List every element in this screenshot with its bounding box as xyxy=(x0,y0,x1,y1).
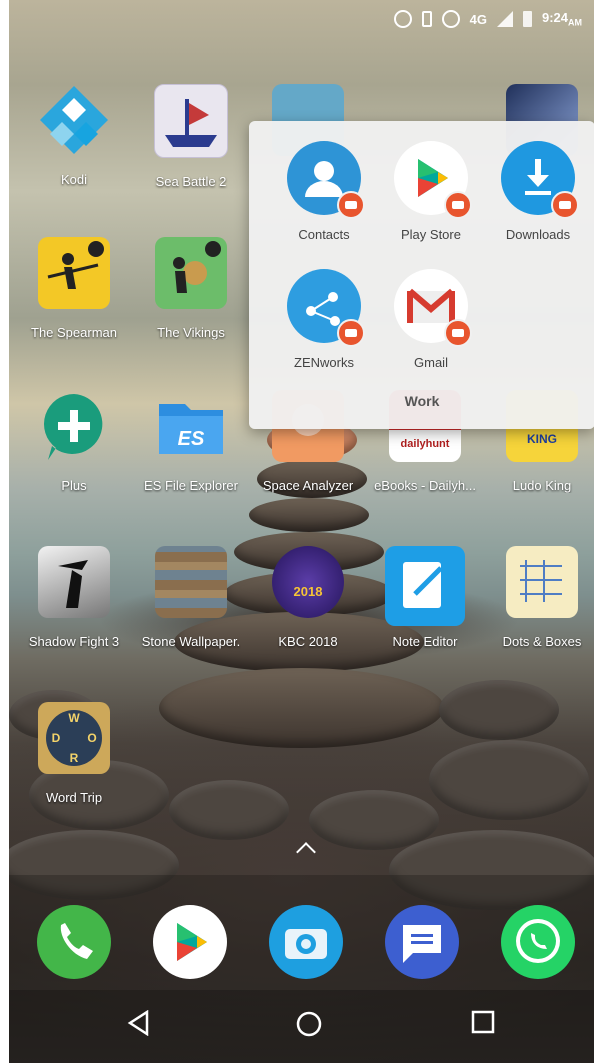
plus-icon xyxy=(38,390,110,462)
gmail-icon xyxy=(394,269,472,347)
dock xyxy=(9,875,594,990)
alarm-icon xyxy=(441,10,460,28)
folder-app-downloads[interactable]: Downloads xyxy=(483,141,593,242)
network-type: 4G xyxy=(469,11,487,27)
stone-wallpaper-icon xyxy=(155,546,227,618)
svg-text:R: R xyxy=(70,751,79,765)
work-badge-icon xyxy=(551,191,579,219)
signal-icon xyxy=(496,11,513,27)
svg-text:W: W xyxy=(68,711,80,725)
messages-icon[interactable] xyxy=(385,905,459,979)
folder-title[interactable]: Work xyxy=(249,393,594,409)
recents-icon[interactable] xyxy=(471,1010,495,1039)
app-drawer-arrow-icon[interactable] xyxy=(296,842,316,862)
zenworks-icon xyxy=(287,269,365,347)
phone-icon[interactable] xyxy=(37,905,111,979)
app-kbc-2018[interactable]: 2018 KBC 2018 xyxy=(250,546,366,649)
work-badge-icon xyxy=(337,191,365,219)
app-dots-boxes[interactable]: Dots & Boxes xyxy=(484,546,594,649)
spearman-icon xyxy=(38,237,110,309)
clock: 9:24AM xyxy=(541,10,582,28)
kbc-2018-icon: 2018 xyxy=(272,546,344,618)
folder-app-play-store[interactable]: Play Store xyxy=(376,141,486,242)
app-sea-battle[interactable]: Sea Battle 2 xyxy=(133,84,249,189)
work-badge-icon xyxy=(444,191,472,219)
data-saver-icon xyxy=(393,10,412,28)
app-word-trip[interactable]: W D O R Word Trip xyxy=(16,702,132,805)
play-store-icon xyxy=(394,141,472,219)
navigation-bar xyxy=(9,990,594,1063)
contacts-icon xyxy=(287,141,365,219)
svg-text:ES: ES xyxy=(178,428,205,450)
app-vikings[interactable]: The Vikings xyxy=(133,237,249,340)
work-folder-popup: Contacts Play Store Downloads ZENworks G… xyxy=(249,121,594,429)
camera-icon[interactable] xyxy=(269,905,343,979)
work-badge-icon xyxy=(337,319,365,347)
battery-icon xyxy=(522,11,532,27)
dots-boxes-icon xyxy=(506,546,578,618)
app-kodi[interactable]: Kodi xyxy=(16,84,132,187)
app-stone-wallpaper[interactable]: Stone Wallpaper. xyxy=(133,546,249,649)
folder-app-gmail[interactable]: Gmail xyxy=(376,269,486,370)
status-bar: 4G 9:24AM xyxy=(9,0,594,40)
vibrate-icon xyxy=(421,11,432,27)
vikings-icon xyxy=(155,237,227,309)
note-editor-icon xyxy=(385,546,465,626)
word-trip-icon: W D O R xyxy=(38,702,110,774)
whatsapp-icon[interactable] xyxy=(501,905,575,979)
dock-play-store-icon[interactable] xyxy=(153,905,227,979)
shadow-fight-icon xyxy=(38,546,110,618)
folder-app-zenworks[interactable]: ZENworks xyxy=(269,269,379,370)
back-icon[interactable] xyxy=(127,1009,151,1041)
app-es-file-explorer[interactable]: ES ES File Explorer xyxy=(133,390,249,493)
kodi-icon xyxy=(38,84,110,156)
app-shadow-fight[interactable]: Shadow Fight 3 xyxy=(16,546,132,649)
home-screen: 4G 9:24AM Kodi Sea Battle 2 The Spearman xyxy=(9,0,594,1063)
app-plus[interactable]: Plus xyxy=(16,390,132,493)
es-file-explorer-icon: ES xyxy=(155,390,227,462)
svg-text:O: O xyxy=(87,731,96,745)
sea-battle-icon xyxy=(154,84,228,158)
svg-text:D: D xyxy=(52,731,61,745)
home-icon[interactable] xyxy=(295,1010,323,1043)
folder-app-contacts[interactable]: Contacts xyxy=(269,141,379,242)
downloads-icon xyxy=(501,141,579,219)
work-badge-icon xyxy=(444,319,472,347)
app-note-editor[interactable]: Note Editor xyxy=(367,546,483,649)
app-spearman[interactable]: The Spearman xyxy=(16,237,132,340)
